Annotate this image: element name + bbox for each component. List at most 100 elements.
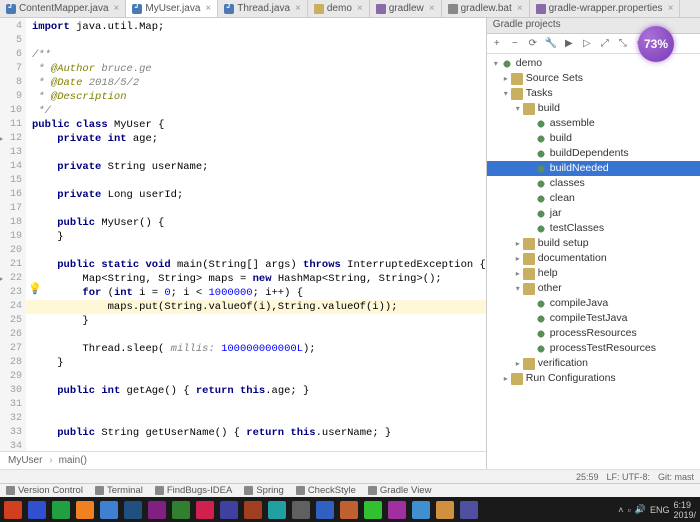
tree-arrow-icon[interactable]: ▸ [501,371,511,386]
toolwin-findbugs-idea[interactable]: FindBugs-IDEA [155,485,232,496]
tab-label: demo [327,3,352,14]
tab-gradlew-bat[interactable]: gradlew.bat× [442,0,530,17]
tree-node-build[interactable]: ▾build [487,101,700,116]
tree-node-help[interactable]: ▸ help [487,266,700,281]
tree-label: build [550,131,572,146]
tree-label: assemble [550,116,595,131]
close-icon[interactable]: × [357,3,363,14]
tree-arrow-icon[interactable]: ▸ [513,356,523,371]
tree-node-tasks[interactable]: ▾ Tasks [487,86,700,101]
tree-node-demo[interactable]: ▾demo [487,56,700,71]
intention-bulb-icon[interactable]: 💡 [28,282,42,295]
tree-node-build[interactable]: build [487,131,700,146]
close-icon[interactable]: × [517,3,523,14]
tree-node-assemble[interactable]: assemble [487,116,700,131]
tree-node-processtestresources[interactable]: processTestResources [487,341,700,356]
tree-node-build-setup[interactable]: ▸build setup [487,236,700,251]
tab-label: Thread.java [237,3,290,14]
tree-arrow-icon[interactable]: ▸ [513,251,523,266]
tree-arrow-icon[interactable]: ▾ [513,281,523,296]
wrench-icon[interactable]: 🔧 [545,38,557,50]
tab-label: gradlew [389,3,424,14]
toolwin-icon [155,486,164,495]
tree-node-run-configurations[interactable]: ▸Run Configurations [487,371,700,386]
gradle-tree: ▾demo▸Source Sets▾Tasks▾buildassemblebui… [487,54,700,469]
tab-gradle-wrapper-properties[interactable]: gradle-wrapper.properties × [530,0,681,17]
task-icon [535,148,547,160]
folder-icon [523,253,535,265]
encoding: LF: UTF-8: [606,472,650,482]
tree-node-compiletestjava[interactable]: compileTestJava [487,311,700,326]
tree-node-clean[interactable]: clean [487,191,700,206]
breadcrumb-item[interactable]: MyUser [8,455,53,466]
close-icon[interactable]: × [429,3,435,14]
expand-icon[interactable]: ⤢ [599,38,611,50]
code-editor[interactable]: 4567891011121314151617181920212223242526… [0,18,486,451]
profiler-badge[interactable]: 73% [638,26,674,62]
toolwin-version-control[interactable]: Version Control [6,485,83,496]
tab-gradlew[interactable]: gradlew × [370,0,442,17]
tree-arrow-icon[interactable]: ▾ [491,56,501,71]
tree-node-verification[interactable]: ▸ verification [487,356,700,371]
line-gutter: 4567891011121314151617181920212223242526… [0,18,26,451]
tree-node-other[interactable]: ▾other [487,281,700,296]
breadcrumb[interactable]: MyUser main() [0,451,486,469]
tree-node-compilejava[interactable]: compileJava [487,296,700,311]
code-content[interactable]: import java.util.Map;/** * @Author bruce… [26,18,486,451]
tree-arrow-icon[interactable]: ▾ [501,86,511,101]
folder-icon [523,103,535,115]
toolwin-terminal[interactable]: Terminal [95,485,143,496]
tree-node-builddependents[interactable]: buildDependents [487,146,700,161]
tree-label: processTestResources [550,341,656,356]
tree-label: verification [538,356,588,371]
tree-label: processResources [550,326,637,341]
tree-label: help [538,266,558,281]
tree-node-testclasses[interactable]: testClasses [487,221,700,236]
tab-myuser-java[interactable]: MyUser.java× [126,0,218,17]
file-icon [448,4,458,14]
toolwin-spring[interactable]: Spring [244,485,283,496]
file-icon [536,4,546,14]
close-icon[interactable]: × [114,3,120,14]
tree-node-processresources[interactable]: processResources [487,326,700,341]
folder-icon [523,283,535,295]
tree-arrow-icon[interactable]: ▾ [513,101,523,116]
tree-node-buildneeded[interactable]: buildNeeded [487,161,700,176]
tree-node-jar[interactable]: jar [487,206,700,221]
breadcrumb-item[interactable]: main() [59,455,91,466]
tab-demo[interactable]: demo × [308,0,370,17]
caret-position: 25:59 [576,472,599,482]
tree-label: Tasks [526,86,553,101]
task-icon [535,328,547,340]
tab-thread-java[interactable]: Thread.java × [218,0,308,17]
collapse-icon[interactable]: ⤡ [617,38,629,50]
toolwin-icon [95,486,104,495]
plus-icon[interactable]: + [491,38,503,50]
tree-node-classes[interactable]: classes [487,176,700,191]
tree-arrow-icon[interactable]: ▸ [501,71,511,86]
folder-icon [511,373,523,385]
play-icon[interactable]: ▷ [581,38,593,50]
toolwin-icon [368,486,377,495]
git-branch[interactable]: Git: mast [658,472,694,482]
close-icon[interactable]: × [205,3,211,14]
tab-label: gradle-wrapper.properties [549,3,663,14]
close-icon[interactable]: × [295,3,301,14]
tree-node-documentation[interactable]: ▸documentation [487,251,700,266]
task-icon [535,208,547,220]
tree-label: buildDependents [550,146,629,161]
folder-icon [523,358,535,370]
minus-icon[interactable]: − [509,38,521,50]
file-icon [6,4,16,14]
refresh-icon[interactable]: ⟳ [527,38,539,50]
tree-arrow-icon[interactable]: ▸ [513,266,523,281]
tab-contentmapper-java[interactable]: ContentMapper.java× [0,0,126,17]
tree-node-source-sets[interactable]: ▸Source Sets [487,71,700,86]
toolwin-checkstyle[interactable]: CheckStyle [296,485,356,496]
run-icon[interactable]: ▶ [563,38,575,50]
tree-arrow-icon[interactable]: ▸ [513,236,523,251]
task-icon [535,343,547,355]
toolwin-gradle-view[interactable]: Gradle View [368,485,432,496]
close-icon[interactable]: × [668,3,674,14]
toolwin-icon [296,486,305,495]
